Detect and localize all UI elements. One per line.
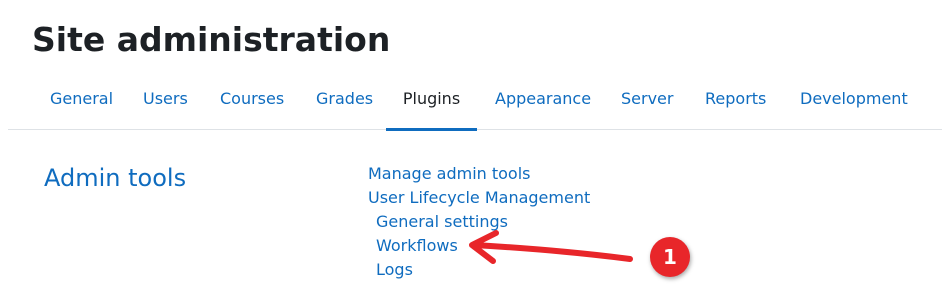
tab-development[interactable]: Development [800,76,908,129]
tab-server[interactable]: Server [621,76,673,129]
tab-appearance[interactable]: Appearance [495,76,591,129]
tab-plugins[interactable]: Plugins [386,76,477,131]
tab-courses[interactable]: Courses [220,76,284,129]
tab-reports[interactable]: Reports [705,76,766,129]
tab-general[interactable]: General [50,76,113,129]
link-user-lifecycle-management[interactable]: User Lifecycle Management [368,187,590,209]
tab-users[interactable]: Users [143,76,188,129]
link-general-settings[interactable]: General settings [376,211,508,233]
page-title: Site administration [32,20,391,59]
tab-grades[interactable]: Grades [316,76,373,129]
step-number-badge: 1 [650,237,690,277]
link-workflows[interactable]: Workflows [376,235,458,257]
section-heading-admin-tools[interactable]: Admin tools [44,161,186,195]
admin-tab-bar: General Users Courses Grades Plugins App… [8,76,942,131]
link-logs[interactable]: Logs [376,259,413,281]
link-manage-admin-tools[interactable]: Manage admin tools [368,163,531,185]
